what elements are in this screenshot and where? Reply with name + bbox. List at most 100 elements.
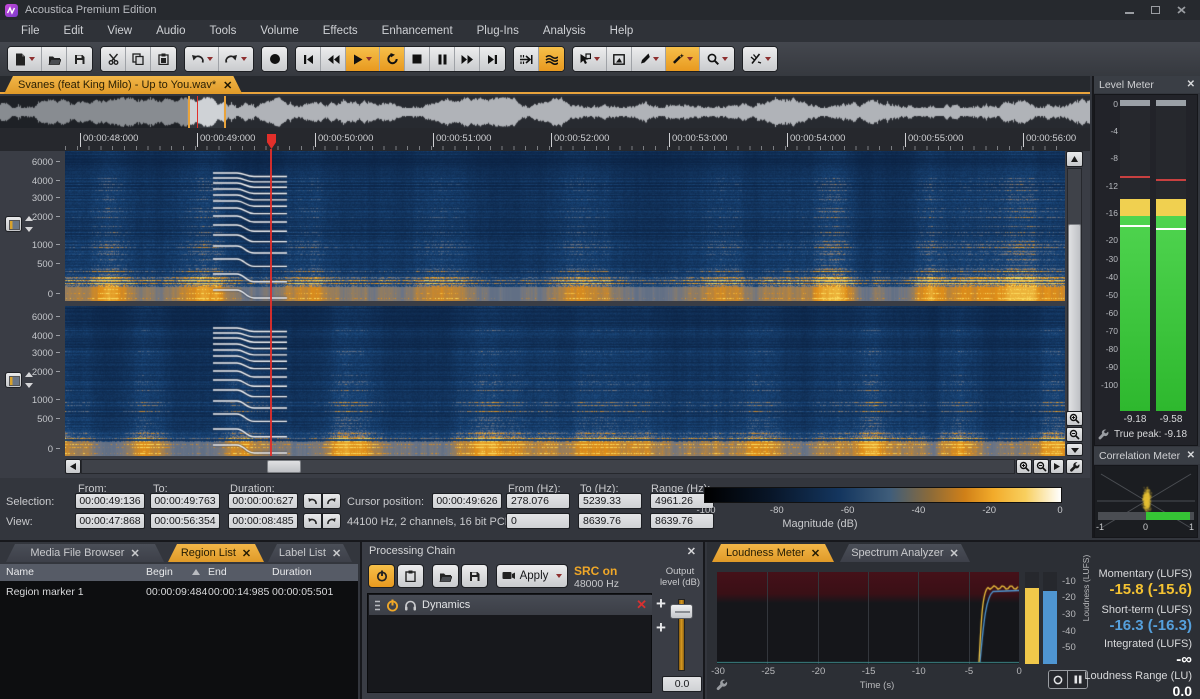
column-header-name[interactable]: Name <box>6 566 34 578</box>
selection-from-field[interactable]: 00:00:49:136 <box>75 493 145 509</box>
chain-paste-button[interactable] <box>397 564 424 588</box>
loudness-tab-spectrum-analyzer[interactable]: Spectrum Analyzer✕ <box>840 544 970 562</box>
menu-item-audio[interactable]: Audio <box>145 22 196 40</box>
scrub-tool-button[interactable] <box>743 47 777 71</box>
vertical-zoom-out-button[interactable] <box>1066 427 1083 442</box>
chain-apply-button[interactable]: Apply <box>496 564 568 588</box>
redo-dropdown-caret-icon[interactable] <box>241 57 247 61</box>
output-level-value-field[interactable]: 0.0 <box>662 676 702 692</box>
document-tab-close-icon[interactable]: ✕ <box>223 79 232 92</box>
horizontal-zoom-out-button[interactable] <box>1033 459 1049 474</box>
view-from-field[interactable]: 00:00:47:868 <box>75 513 145 529</box>
pointer-tool-button[interactable] <box>573 47 607 71</box>
horizontal-zoom-in-button[interactable] <box>1016 459 1032 474</box>
magic-wand-tool-dropdown-caret-icon[interactable] <box>687 57 693 61</box>
view-undo-button[interactable] <box>303 513 322 529</box>
chain-effect-row[interactable]: Dynamics ✕ <box>369 595 652 615</box>
chain-enable-button[interactable] <box>368 564 395 588</box>
copy-button[interactable] <box>126 47 151 71</box>
loudness-tab-loudness-meter[interactable]: Loudness Meter✕ <box>712 544 834 562</box>
add-effect-button[interactable]: + <box>656 594 666 614</box>
paste-button[interactable] <box>151 47 176 71</box>
scroll-up-button[interactable] <box>1066 151 1083 167</box>
scroll-right-button[interactable] <box>1050 459 1064 474</box>
menu-item-help[interactable]: Help <box>599 22 645 40</box>
menu-item-analysis[interactable]: Analysis <box>532 22 597 40</box>
loudness-settings-wrench-icon[interactable] <box>715 678 728 691</box>
drag-grip-icon[interactable] <box>374 600 381 611</box>
column-header-begin[interactable]: Begin <box>146 566 173 578</box>
loop-button[interactable] <box>380 47 405 71</box>
file-new-button[interactable] <box>8 47 42 71</box>
channel-2-options-button[interactable] <box>5 372 22 388</box>
chain-save-button[interactable] <box>461 564 488 588</box>
selection-from-hz-field[interactable]: 278.076 <box>506 493 570 509</box>
region-list-row[interactable]: Region marker 100:00:09:48400:00:14:9850… <box>0 584 358 599</box>
skip-end-button[interactable] <box>480 47 505 71</box>
zoom-tool-dropdown-caret-icon[interactable] <box>722 57 728 61</box>
menu-item-plug-ins[interactable]: Plug-Ins <box>466 22 530 40</box>
menu-item-view[interactable]: View <box>96 22 143 40</box>
selection-redo-button[interactable] <box>322 493 341 509</box>
file-open-button[interactable] <box>42 47 67 71</box>
pause-button[interactable] <box>430 47 455 71</box>
output-level-slider-thumb[interactable] <box>670 604 693 619</box>
lists-tab-region-list[interactable]: Region List✕ <box>168 544 264 562</box>
lists-tab-label-list[interactable]: Label List✕ <box>268 544 352 562</box>
menu-item-effects[interactable]: Effects <box>312 22 369 40</box>
redo-button[interactable] <box>219 47 253 71</box>
view-from-hz-field[interactable]: 0 <box>506 513 570 529</box>
horizontal-scrollbar-thumb[interactable] <box>267 460 301 473</box>
scroll-left-button[interactable] <box>65 459 81 474</box>
minimize-button[interactable] <box>1124 4 1136 16</box>
level-meter-close-icon[interactable]: ✕ <box>1187 79 1195 90</box>
document-tab[interactable]: Svanes (feat King Milo) - Up to You.wav*… <box>4 76 242 94</box>
skip-start-button[interactable] <box>296 47 321 71</box>
brush-tool-button[interactable] <box>632 47 666 71</box>
file-new-dropdown-caret-icon[interactable] <box>29 57 35 61</box>
horizontal-scrollbar-track[interactable] <box>81 459 1015 474</box>
overview-selection-end-marker[interactable] <box>224 96 226 128</box>
column-header-end[interactable]: End <box>208 566 227 578</box>
menu-item-volume[interactable]: Volume <box>249 22 309 40</box>
selection-to-field[interactable]: 00:00:49:763 <box>150 493 220 509</box>
time-select-tool-button[interactable] <box>607 47 632 71</box>
selection-duration-field[interactable]: 00:00:00:627 <box>228 493 298 509</box>
menu-item-tools[interactable]: Tools <box>199 22 248 40</box>
vertical-zoom-in-button[interactable] <box>1066 411 1083 426</box>
selection-undo-button[interactable] <box>303 493 322 509</box>
tab-close-icon[interactable]: ✕ <box>332 547 341 560</box>
cursor-position-field[interactable]: 00:00:49:626 <box>432 493 502 509</box>
cut-button[interactable] <box>101 47 126 71</box>
tab-close-icon[interactable]: ✕ <box>950 547 959 560</box>
view-settings-wrench-icon[interactable] <box>1066 459 1083 474</box>
maximize-button[interactable] <box>1150 4 1162 16</box>
lists-tab-media-file-browser[interactable]: Media File Browser✕ <box>6 544 164 562</box>
fast-forward-button[interactable] <box>455 47 480 71</box>
rewind-button[interactable] <box>321 47 346 71</box>
selection-to-hz-field[interactable]: 5239.33 <box>578 493 642 509</box>
processing-chain-close-icon[interactable]: ✕ <box>687 545 696 558</box>
region-list-header[interactable]: NameBeginEndDuration <box>0 564 358 581</box>
vertical-zoom-menu-button[interactable] <box>1066 443 1083 456</box>
scrub-tool-dropdown-caret-icon[interactable] <box>765 57 771 61</box>
overview-selection-start-marker[interactable] <box>188 96 190 128</box>
pointer-tool-dropdown-caret-icon[interactable] <box>594 57 600 61</box>
close-window-button[interactable] <box>1176 4 1188 16</box>
view-to-hz-field[interactable]: 8639.76 <box>578 513 642 529</box>
magic-wand-tool-button[interactable] <box>666 47 700 71</box>
fit-selection-button[interactable] <box>514 47 539 71</box>
tab-close-icon[interactable]: ✕ <box>811 547 820 560</box>
vertical-scrollbar-thumb[interactable] <box>1068 224 1081 414</box>
play-button[interactable] <box>346 47 380 71</box>
record-button[interactable] <box>262 47 287 71</box>
effect-remove-icon[interactable]: ✕ <box>636 597 647 613</box>
undo-dropdown-caret-icon[interactable] <box>207 57 213 61</box>
menu-item-file[interactable]: File <box>10 22 51 40</box>
tab-close-icon[interactable]: ✕ <box>242 547 251 560</box>
stop-button[interactable] <box>405 47 430 71</box>
view-duration-field[interactable]: 00:00:08:485 <box>228 513 298 529</box>
effect-power-icon[interactable] <box>386 599 399 612</box>
waveform-overview[interactable] <box>0 96 1090 128</box>
menu-item-edit[interactable]: Edit <box>53 22 95 40</box>
